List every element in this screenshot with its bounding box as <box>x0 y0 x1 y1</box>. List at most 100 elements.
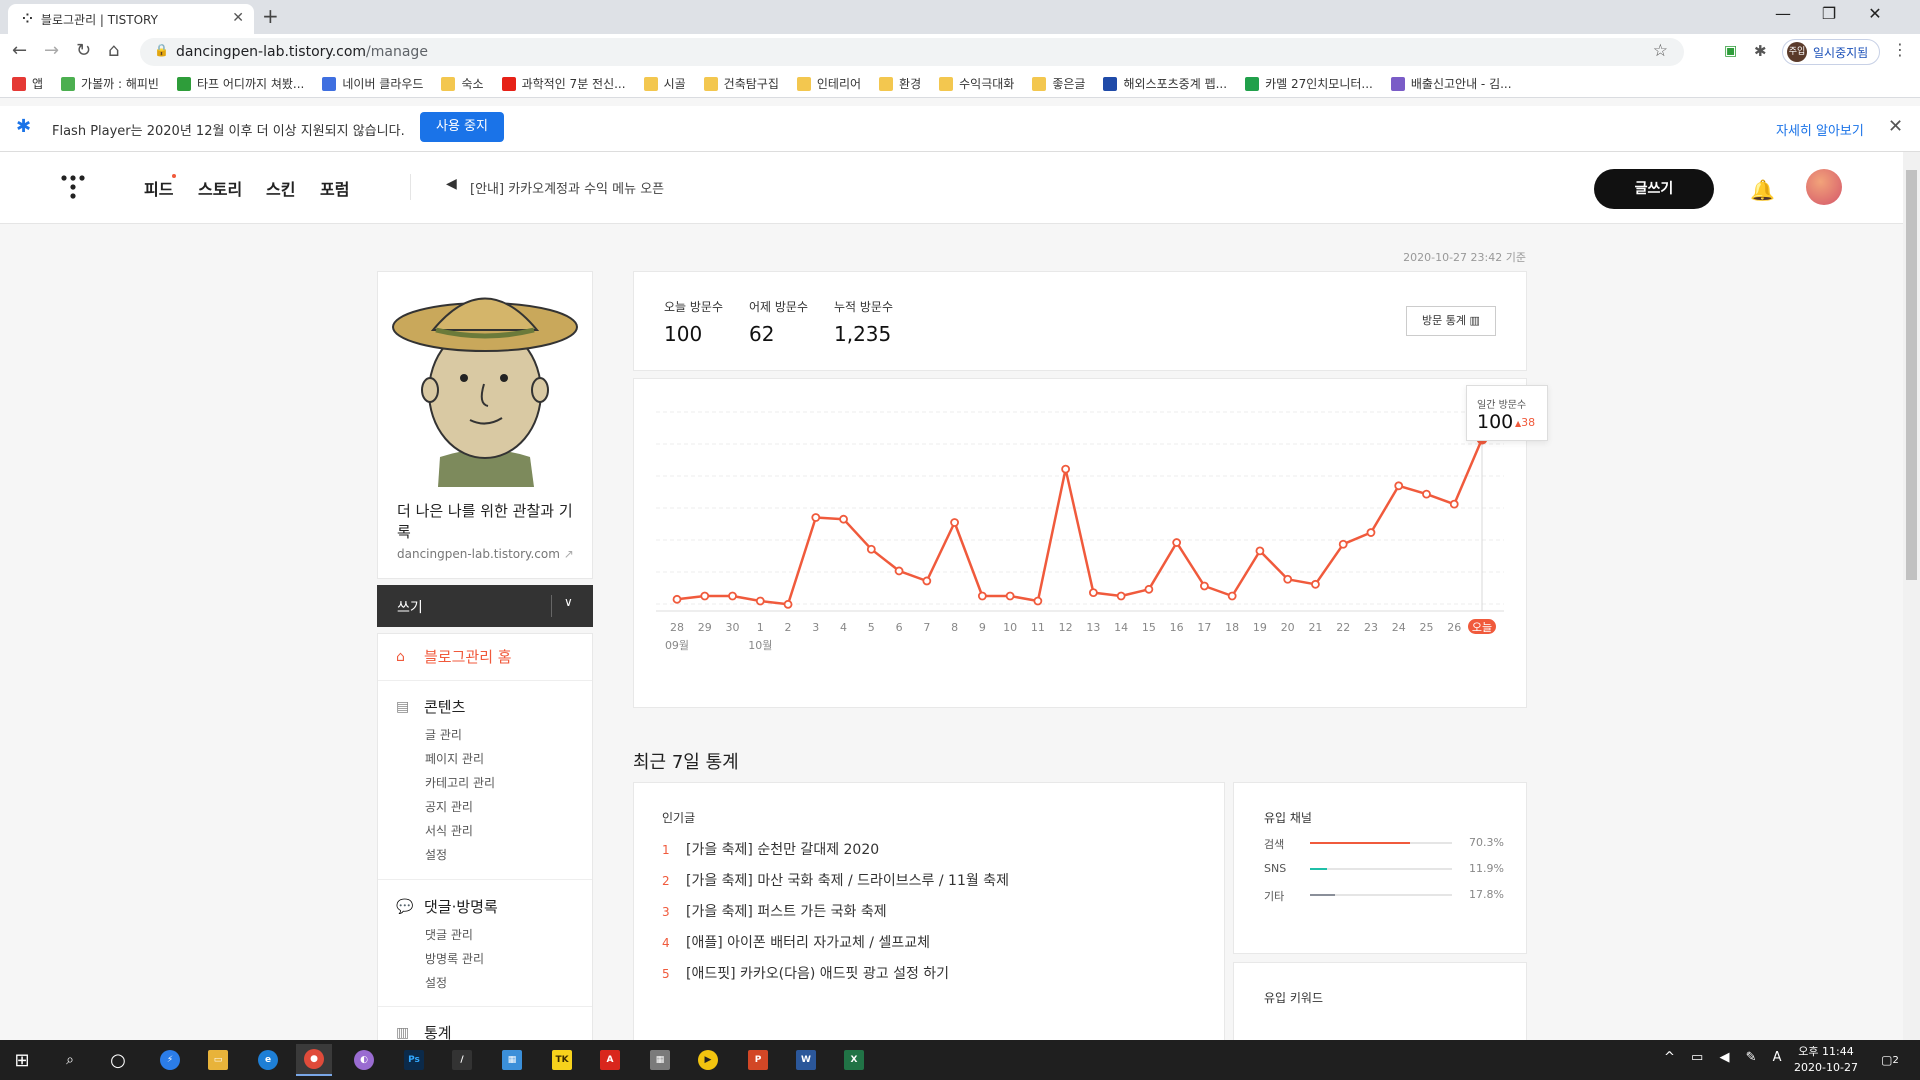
menu-comments[interactable]: 💬 댓글·방명록 <box>396 896 498 917</box>
media-player-icon[interactable]: ▶ <box>698 1050 718 1070</box>
windows-start-icon[interactable]: ⊞ <box>4 1044 40 1076</box>
chart-point <box>922 576 932 586</box>
browser-tab[interactable]: ⁘ 블로그관리 | TISTORY ✕ <box>8 4 254 34</box>
tooltip-delta: ▲38 <box>1515 416 1535 429</box>
system-tray-icons[interactable]: ^ ▭ ◀ ✎ A <box>1664 1050 1788 1065</box>
bookmark-star-icon[interactable]: ☆ <box>1653 41 1668 61</box>
blog-profile-image[interactable] <box>378 272 592 487</box>
extension-icon[interactable]: ▣ <box>1724 43 1737 59</box>
search-icon[interactable]: ⌕ <box>52 1044 88 1076</box>
nav-feed[interactable]: 피드 <box>144 176 173 200</box>
popular-post-row[interactable]: 1 [가을 축제] 순천만 갈대제 2020 <box>662 839 879 859</box>
write-dropdown-bar[interactable]: 쓰기 ∨ <box>377 585 593 627</box>
paint-icon[interactable]: ◐ <box>354 1050 374 1070</box>
bookmark-item[interactable]: 건축탐구집 <box>703 75 779 92</box>
blog-name[interactable]: 더 나은 나를 위한 관찰과 기록 <box>397 501 577 543</box>
bookmark-item[interactable]: 시골 <box>643 75 686 92</box>
tab-close-icon[interactable]: ✕ <box>232 10 244 26</box>
reload-icon[interactable]: ↻ <box>76 40 91 61</box>
bookmark-item[interactable]: 앱 <box>12 75 43 92</box>
blog-url[interactable]: dancingpen-lab.tistory.com ↗ <box>397 547 574 561</box>
menu-contents-settings[interactable]: 설정 <box>425 846 447 863</box>
photoshop-icon[interactable]: Ps <box>404 1050 424 1070</box>
house-icon: ⌂ <box>396 648 405 665</box>
chart-point <box>1449 499 1459 509</box>
bookmark-item[interactable]: 해외스포츠중계 펩... <box>1103 75 1227 92</box>
yesterday-visits-label: 어제 방문수 <box>749 300 809 314</box>
chart-x-tick-label: 10 <box>1003 621 1017 634</box>
file-explorer-icon[interactable]: ▭ <box>208 1050 228 1070</box>
pen-app-icon[interactable]: / <box>452 1050 472 1070</box>
word-icon[interactable]: W <box>796 1050 816 1070</box>
internet-explorer-icon[interactable]: e <box>258 1050 278 1070</box>
header-notice[interactable]: [안내] 카카오계정과 수익 메뉴 오픈 <box>470 178 664 197</box>
learn-more-link[interactable]: 자세히 알아보기 <box>1776 120 1864 139</box>
bookmark-item[interactable]: 환경 <box>879 75 921 92</box>
visit-stats-button[interactable]: 방문 통계 ▥ <box>1406 306 1496 336</box>
menu-category-manage[interactable]: 카테고리 관리 <box>425 774 495 791</box>
menu-comments-settings[interactable]: 설정 <box>425 974 447 991</box>
user-avatar[interactable] <box>1806 169 1842 205</box>
home-icon[interactable]: ⌂ <box>108 40 119 61</box>
acrobat-icon[interactable]: A <box>600 1050 620 1070</box>
popular-post-row[interactable]: 4 [애플] 아이폰 배터리 자가교체 / 셀프교체 <box>662 932 930 952</box>
bookmark-item[interactable]: 가볼까 : 해피빈 <box>61 75 159 92</box>
taskbar-clock[interactable]: 오후 11:44 2020-10-27 <box>1786 1044 1866 1076</box>
bookmark-item[interactable]: 인테리어 <box>796 75 861 92</box>
nav-story[interactable]: 스토리 <box>198 176 242 200</box>
infobar-close-icon[interactable]: ✕ <box>1888 116 1903 137</box>
nav-skin[interactable]: 스킨 <box>266 176 295 200</box>
page-scrollbar[interactable] <box>1903 152 1920 1040</box>
bookmark-item[interactable]: 좋은글 <box>1032 75 1085 92</box>
menu-template-manage[interactable]: 서식 관리 <box>425 822 473 839</box>
chart-x-tick-label: 15 <box>1142 621 1156 634</box>
app-icon-browser[interactable]: ⚡ <box>160 1050 180 1070</box>
menu-notice-manage[interactable]: 공지 관리 <box>425 798 473 815</box>
address-bar[interactable]: 🔒 dancingpen-lab.tistory.com/manage ☆ <box>140 38 1684 66</box>
puzzle-extensions-icon[interactable]: ✱ <box>1754 42 1767 60</box>
powerpoint-icon[interactable]: P <box>748 1050 768 1070</box>
chart-point <box>1061 464 1071 474</box>
write-post-button[interactable]: 글쓰기 <box>1594 169 1714 209</box>
tistory-logo[interactable] <box>60 174 86 200</box>
menu-contents[interactable]: ▤ 콘텐츠 <box>396 696 465 717</box>
close-window-button[interactable]: ✕ <box>1852 4 1898 23</box>
menu-page-manage[interactable]: 페이지 관리 <box>425 750 484 767</box>
nav-forum[interactable]: 포럼 <box>320 176 349 200</box>
excel-icon[interactable]: X <box>844 1050 864 1070</box>
new-tab-button[interactable]: + <box>262 4 279 28</box>
notification-center-icon[interactable]: ▢ 2 <box>1872 1044 1908 1076</box>
menu-blog-home[interactable]: ⌂ 블로그관리 홈 <box>396 646 512 667</box>
bookmark-item[interactable]: 타프 어디까지 쳐봤... <box>176 75 304 92</box>
minimize-button[interactable]: — <box>1760 4 1806 23</box>
profile-button[interactable]: 주입 일시중지됨 <box>1782 39 1880 65</box>
bookmark-item[interactable]: 과학적인 7분 전신... <box>501 75 626 92</box>
bookmark-item[interactable]: 숙소 <box>441 75 484 92</box>
chevron-down-icon[interactable]: ∨ <box>564 595 573 609</box>
chrome-menu-icon[interactable]: ⋮ <box>1892 40 1908 59</box>
popular-post-row[interactable]: 2 [가을 축제] 마산 국화 축제 / 드라이브스루 / 11월 축제 <box>662 870 1009 890</box>
popular-post-row[interactable]: 3 [가을 축제] 퍼스트 가든 국화 축제 <box>662 901 887 921</box>
bookmark-item[interactable]: 배출신고안내 - 김... <box>1390 75 1512 92</box>
popular-post-row[interactable]: 5 [애드핏] 카카오(다음) 애드핏 광고 설정 하기 <box>662 963 949 983</box>
restore-button[interactable]: ❐ <box>1806 4 1852 23</box>
disable-flash-button[interactable]: 사용 중지 <box>420 112 504 142</box>
calculator-icon[interactable]: ▦ <box>650 1050 670 1070</box>
menu-post-manage[interactable]: 글 관리 <box>425 726 462 743</box>
forward-icon[interactable]: → <box>44 40 59 61</box>
scrollbar-thumb[interactable] <box>1906 170 1917 580</box>
bookmark-label: 시골 <box>663 77 686 91</box>
chart-x-tick-label: 13 <box>1086 621 1100 634</box>
kakaotalk-icon[interactable]: TK <box>552 1050 572 1070</box>
back-icon[interactable]: ← <box>12 40 27 61</box>
chart-x-tick-label: 20 <box>1281 621 1295 634</box>
bell-icon[interactable]: 🔔 <box>1750 178 1775 202</box>
task-view-icon[interactable]: ○ <box>100 1044 136 1076</box>
app-icon-blue[interactable]: ▦ <box>502 1050 522 1070</box>
bookmark-item[interactable]: 카멜 27인치모니터... <box>1245 75 1373 92</box>
bookmark-item[interactable]: 네이버 클라우드 <box>322 75 423 92</box>
chrome-icon[interactable]: ● <box>304 1049 324 1069</box>
menu-guestbook-manage[interactable]: 방명록 관리 <box>425 950 484 967</box>
menu-comment-manage[interactable]: 댓글 관리 <box>425 926 473 943</box>
bookmark-item[interactable]: 수익극대화 <box>939 75 1014 92</box>
